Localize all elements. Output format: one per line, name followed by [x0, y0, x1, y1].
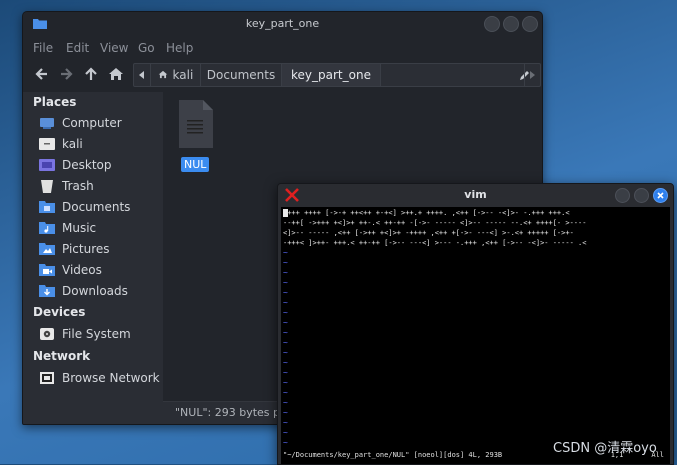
sidebar-item-label: Desktop	[62, 158, 112, 172]
title-bar[interactable]: key_part_one	[23, 12, 542, 36]
vim-window: vim ++++ ++++ [->-+ ++<++ +-+<] >++.+ ++…	[277, 183, 674, 465]
watermark: CSDN @清霖oyo	[553, 441, 657, 456]
videos-folder-icon	[39, 264, 55, 276]
sidebar-item-computer[interactable]: Computer	[39, 114, 163, 134]
empty-line-marker: ~	[283, 288, 288, 297]
vim-terminal[interactable]: ++++ ++++ [->-+ ++<++ +-+<] >++.+ ++++. …	[281, 207, 670, 464]
home-folder-icon	[39, 138, 55, 150]
documents-folder-icon	[39, 201, 55, 213]
network-icon	[40, 372, 54, 384]
empty-line-marker: ~	[283, 368, 288, 377]
pictures-folder-icon	[39, 243, 55, 255]
sidebar-item-file-system[interactable]: File System	[39, 325, 163, 345]
sidebar-item-trash[interactable]: Trash	[39, 177, 163, 197]
sidebar-item-pictures[interactable]: Pictures	[39, 240, 163, 260]
empty-line-marker: ~	[283, 388, 288, 397]
empty-line-marker: ~	[283, 328, 288, 337]
sidebar-item-desktop[interactable]: Desktop	[39, 156, 163, 176]
back-arrow-icon[interactable]	[33, 65, 51, 83]
sidebar-item-label: Computer	[62, 116, 122, 130]
chevron-right-icon	[530, 71, 535, 79]
close-button[interactable]	[653, 188, 668, 203]
vim-title-bar[interactable]: vim	[278, 184, 673, 206]
status-text: "NUL": 293 bytes pl	[175, 406, 284, 419]
empty-line-marker: ~	[283, 338, 288, 347]
empty-line-marker: ~	[283, 258, 288, 267]
empty-line-marker: ~	[283, 318, 288, 327]
empty-line-marker: ~	[283, 298, 288, 307]
sidebar-item-label: Trash	[62, 179, 94, 193]
sidebar-item-label: Pictures	[62, 242, 110, 256]
home-icon[interactable]	[107, 65, 125, 83]
chevron-left-icon	[139, 71, 144, 79]
sidebar-item-kali[interactable]: kali	[39, 135, 163, 155]
breadcrumb-key-part-one[interactable]: key_part_one	[282, 64, 381, 86]
sidebar-item-documents[interactable]: Documents	[39, 198, 163, 218]
vim-window-title: vim	[464, 188, 487, 201]
sidebar-item-downloads[interactable]: Downloads	[39, 282, 163, 302]
maximize-button[interactable]	[634, 188, 649, 203]
breadcrumb-label: kali	[172, 68, 194, 82]
empty-line-marker: ~	[283, 268, 288, 277]
empty-line-marker: ~	[283, 278, 288, 287]
sidebar-item-label: Browse Network	[62, 371, 160, 385]
empty-line-marker: ~	[283, 438, 288, 447]
path-scroll-left[interactable]	[134, 64, 151, 86]
buffer-line: --++[ ->+++ +<]>+ ++-.< ++-++ -[->- ----…	[283, 219, 587, 227]
empty-line-marker: ~	[283, 358, 288, 367]
up-arrow-icon[interactable]	[82, 65, 100, 83]
close-button[interactable]	[522, 16, 538, 32]
minimize-button[interactable]	[615, 188, 630, 203]
empty-line-marker: ~	[283, 348, 288, 357]
menu-bar: File Edit View Go Help	[23, 38, 542, 58]
breadcrumb-kali[interactable]: kali	[150, 64, 201, 86]
menu-file[interactable]: File	[33, 41, 53, 55]
buffer-line: <]>-- ----- ,<++ [->++ +<]>+ -++++ ,<++ …	[283, 229, 574, 237]
menu-edit[interactable]: Edit	[66, 41, 89, 55]
drive-icon	[40, 328, 54, 340]
breadcrumb-documents[interactable]: Documents	[201, 64, 282, 86]
empty-line-marker: ~	[283, 308, 288, 317]
path-scroll-right[interactable]	[524, 64, 541, 86]
sidebar-item-label: File System	[62, 327, 131, 341]
buffer-line: ++++ ++++ [->-+ ++<++ +-+<] >++.+ ++++. …	[283, 209, 570, 217]
network-header: Network	[33, 349, 91, 363]
desktop-folder-icon	[39, 159, 55, 171]
sidebar-item-label: Music	[62, 221, 97, 235]
file-name-label: NUL	[181, 157, 210, 172]
text-file-icon	[179, 100, 213, 148]
sidebar-item-label: Documents	[62, 200, 131, 214]
empty-line-marker: ~	[283, 428, 288, 437]
sidebar-item-label: kali	[62, 137, 83, 151]
trash-icon	[41, 180, 53, 193]
empty-line-marker: ~	[283, 418, 288, 427]
menu-help[interactable]: Help	[166, 41, 193, 55]
empty-line-marker: ~	[283, 378, 288, 387]
path-bar: kali Documents key_part_one	[133, 63, 541, 87]
menu-go[interactable]: Go	[138, 41, 155, 55]
empty-line-marker: ~	[283, 248, 288, 257]
sidebar-item-label: Videos	[62, 263, 102, 277]
buffer-line: -+++< ]>++- +++.< ++-++ [->-- ---<] >---…	[283, 239, 587, 247]
close-icon	[657, 192, 664, 199]
sidebar-item-label: Downloads	[62, 284, 128, 298]
sidebar-item-music[interactable]: Music	[39, 219, 163, 239]
maximize-button[interactable]	[503, 16, 519, 32]
sidebar: Places Computer kali Desktop Trash Docum…	[23, 92, 163, 424]
forward-arrow-icon[interactable]	[57, 65, 75, 83]
sidebar-item-browse-network[interactable]: Browse Network	[39, 369, 163, 389]
computer-icon	[40, 118, 54, 129]
window-title: key_part_one	[245, 17, 320, 30]
empty-line-marker: ~	[283, 408, 288, 417]
music-folder-icon	[39, 222, 55, 234]
minimize-button[interactable]	[484, 16, 500, 32]
empty-line-marker: ~	[283, 398, 288, 407]
menu-view[interactable]: View	[100, 41, 128, 55]
devices-header: Devices	[33, 305, 86, 319]
sidebar-item-videos[interactable]: Videos	[39, 261, 163, 281]
home-icon	[158, 70, 167, 79]
places-header: Places	[33, 95, 77, 109]
downloads-folder-icon	[39, 285, 55, 297]
